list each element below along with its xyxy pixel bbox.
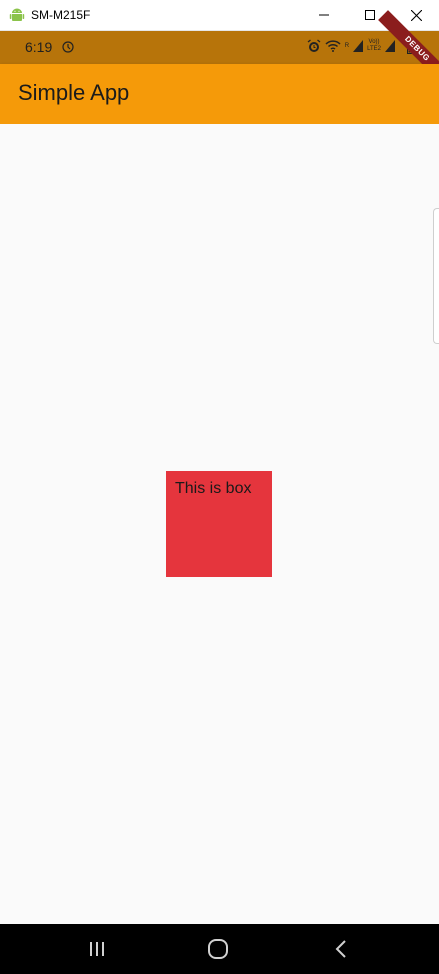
window-title: SM-M215F bbox=[31, 8, 91, 22]
signal-icon bbox=[353, 40, 364, 52]
close-icon bbox=[410, 9, 422, 21]
network-type: Vo)) LTE2 bbox=[367, 39, 381, 53]
box-label: This is box bbox=[175, 480, 252, 497]
wifi-icon bbox=[325, 40, 341, 52]
maximize-icon bbox=[365, 10, 375, 20]
home-icon bbox=[208, 939, 228, 959]
recents-button[interactable] bbox=[67, 924, 127, 974]
minimize-button[interactable] bbox=[301, 0, 347, 30]
home-button[interactable] bbox=[188, 924, 248, 974]
window-controls bbox=[301, 0, 439, 30]
side-resize-handle[interactable] bbox=[433, 208, 439, 344]
navigation-bar bbox=[0, 924, 439, 974]
back-button[interactable] bbox=[311, 924, 371, 974]
network-label-bottom: LTE2 bbox=[367, 46, 381, 52]
status-bar: 6:19 R Vo)) LTE2 bbox=[0, 31, 439, 64]
roaming-label: R bbox=[344, 42, 350, 49]
alarm-icon bbox=[307, 39, 321, 52]
signal-2-icon bbox=[385, 40, 395, 52]
network-label-top: Vo)) bbox=[368, 39, 380, 45]
minimize-icon bbox=[319, 14, 329, 16]
app-bar: Simple App bbox=[0, 64, 439, 124]
app-title: Simple App bbox=[18, 80, 130, 105]
red-box: This is box bbox=[166, 471, 272, 577]
sync-icon bbox=[62, 41, 74, 53]
back-icon bbox=[335, 940, 346, 958]
android-icon bbox=[9, 8, 25, 21]
emulator-window: SM-M215F 6:19 R Vo)) LTE2 DEBUG Simple A… bbox=[0, 0, 439, 974]
status-time: 6:19 bbox=[25, 39, 53, 55]
app-body: This is box bbox=[0, 124, 439, 924]
status-icons: R Vo)) LTE2 bbox=[307, 39, 395, 53]
recents-icon bbox=[90, 942, 104, 956]
window-titlebar: SM-M215F bbox=[0, 0, 439, 31]
